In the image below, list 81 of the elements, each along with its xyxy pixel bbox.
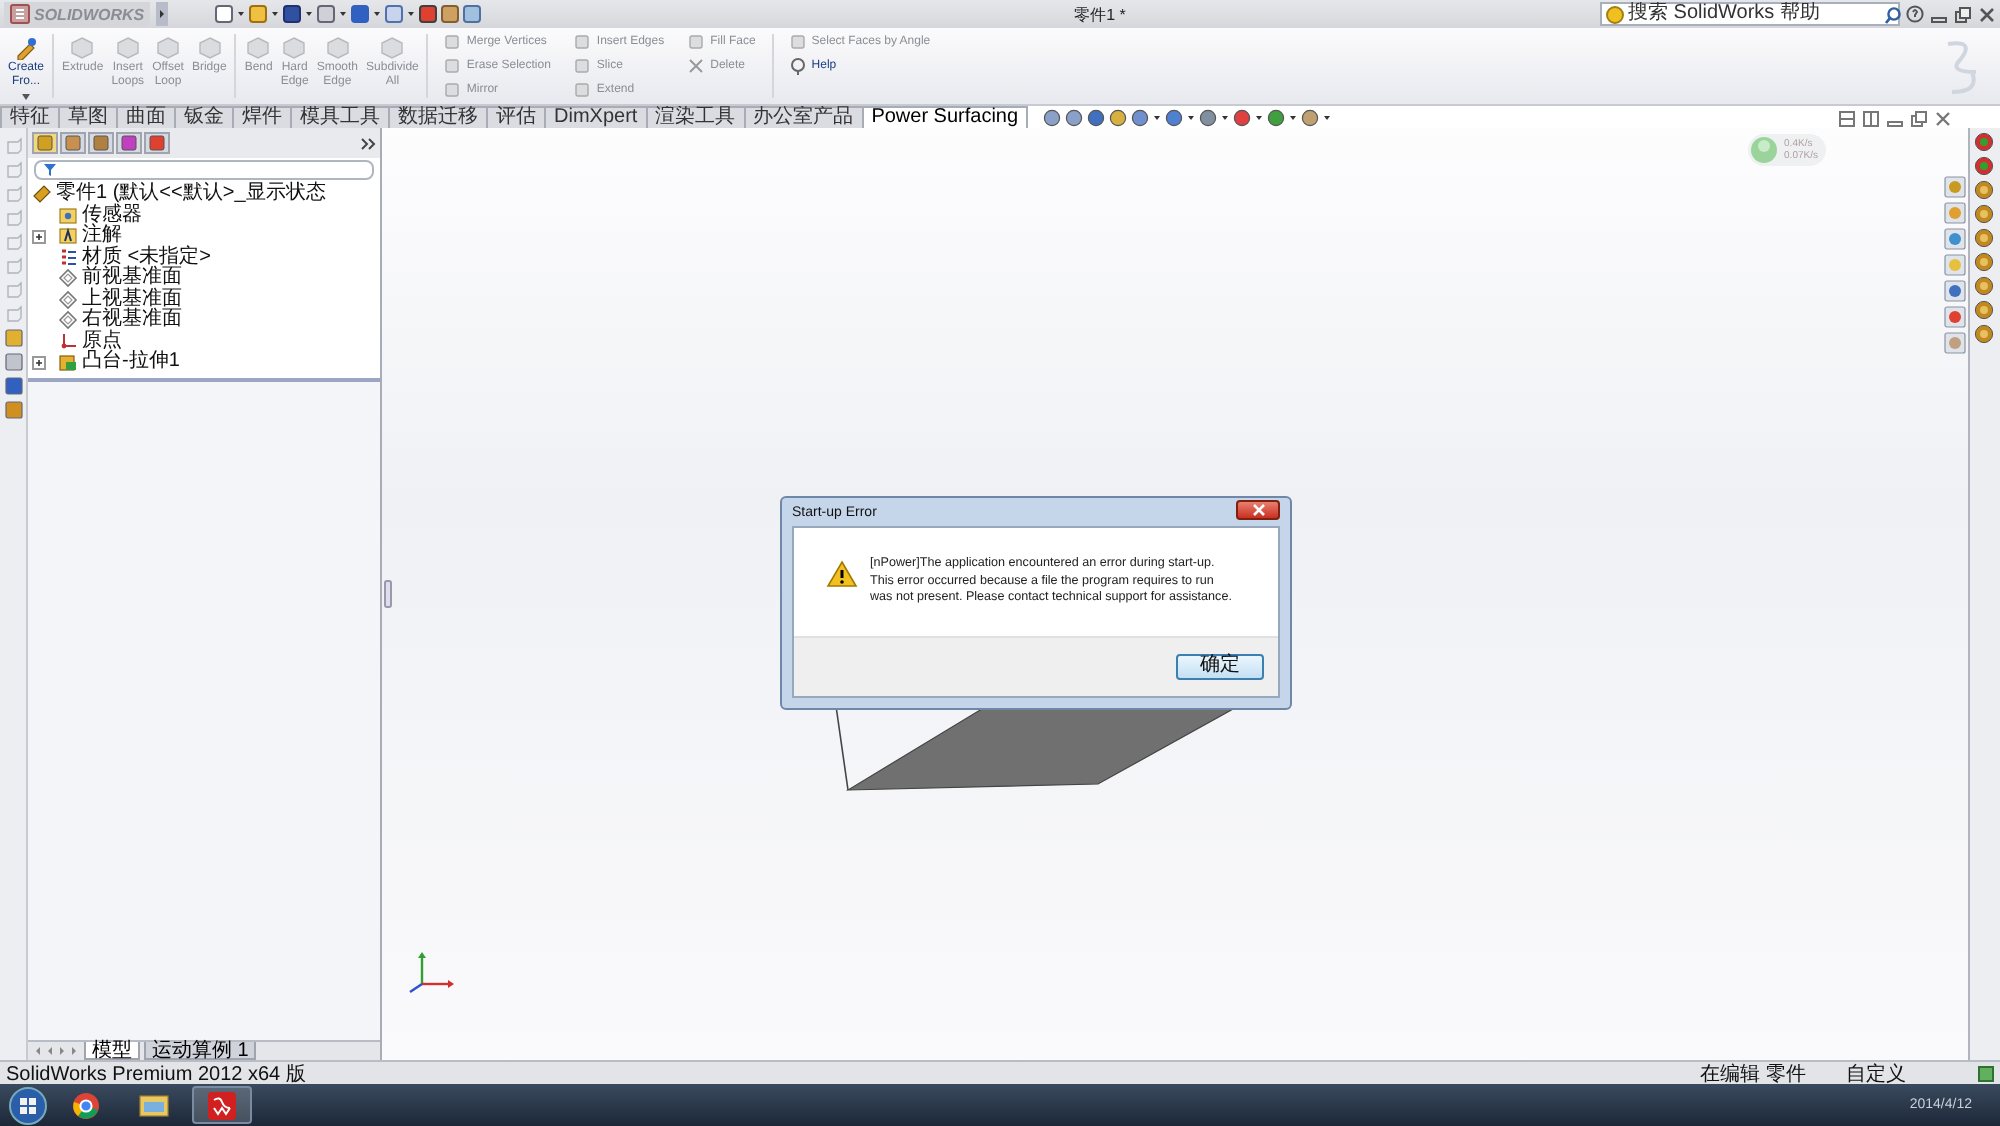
tab[interactable]: DimXpert [544, 106, 648, 128]
tab[interactable]: 运动算例 1 [144, 1042, 257, 1060]
cube-icon [156, 36, 181, 60]
status-text: 在编辑 零件 [1700, 1061, 1806, 1087]
ok-button[interactable]: 确定 [1176, 653, 1264, 679]
tab[interactable]: 草图 [58, 106, 118, 128]
panel-tab[interactable] [60, 132, 86, 154]
annotation-folder-icon [58, 226, 78, 247]
plane-icon [58, 289, 78, 310]
extrude-feature-icon [58, 352, 78, 373]
units-dropdown[interactable]: 自定义 [1846, 1059, 1906, 1087]
app-icon [206, 1089, 238, 1121]
tree-item[interactable]: 材质 <未指定> [82, 247, 211, 268]
close-icon[interactable] [1934, 110, 1952, 128]
cube-icon [70, 36, 95, 60]
cube-icon [380, 36, 405, 60]
tab[interactable]: 办公室产品 [743, 106, 864, 128]
tree-item[interactable]: 传感器 [82, 205, 142, 226]
tree-item[interactable]: 前视基准面 [82, 268, 182, 289]
help-icon[interactable] [1906, 4, 1924, 24]
material-icon [58, 247, 78, 268]
splitter-handle-icon[interactable] [384, 580, 392, 608]
close-icon[interactable] [1978, 5, 1996, 23]
tab[interactable]: 曲面 [116, 106, 176, 128]
expander-icon[interactable] [32, 355, 46, 370]
cross-icon [688, 58, 705, 74]
restore-icon[interactable] [1910, 110, 1928, 128]
axis-triad-icon [406, 948, 458, 996]
tab[interactable]: Power Surfacing [861, 106, 1029, 128]
help-icon[interactable] [1978, 1065, 1994, 1081]
browser-icon [72, 1091, 100, 1119]
start-button-icon[interactable] [8, 1085, 48, 1125]
panel-tab[interactable] [32, 132, 58, 154]
tab[interactable]: 钣金 [174, 106, 234, 128]
filter-icon [42, 162, 58, 178]
tab[interactable]: 模具工具 [290, 106, 390, 128]
tab[interactable]: 焊件 [232, 106, 292, 128]
panel-tab[interactable] [144, 132, 170, 154]
help-icon [789, 57, 806, 75]
document-title: 零件1 * [1074, 3, 1128, 25]
warning-icon [826, 560, 858, 588]
chevron-icon[interactable] [360, 135, 376, 151]
search-icon [1884, 5, 1902, 23]
tab[interactable]: 模型 [84, 1042, 140, 1060]
tile-vertical-icon[interactable] [1862, 110, 1880, 128]
tab[interactable]: 评估 [486, 106, 546, 128]
plane-icon [58, 310, 78, 331]
tile-horizontal-icon[interactable] [1838, 110, 1856, 128]
scroll-arrows-icon[interactable] [32, 1044, 80, 1058]
filter-field[interactable] [34, 160, 374, 180]
plane-icon [58, 268, 78, 289]
tree-item[interactable]: 凸台-拉伸1 [82, 352, 180, 373]
status-text: SolidWorks Premium 2012 x64 版 [6, 1061, 306, 1087]
tree-item[interactable]: 零件1 (默认<<默认>_显示状态 [56, 184, 326, 205]
part-icon [32, 184, 52, 205]
cube-icon [197, 36, 222, 60]
search-field[interactable]: 搜索 SolidWorks 帮助 [1600, 2, 1900, 26]
tree-item[interactable]: 上视基准面 [82, 289, 182, 310]
cube-icon [325, 36, 350, 60]
pencil-star-icon [14, 36, 38, 60]
tree-item[interactable]: 注解 [82, 226, 122, 247]
tab[interactable]: 特征 [0, 106, 60, 128]
dropdown-arrow-icon [20, 92, 32, 102]
logo-icon [10, 4, 30, 24]
tree-item[interactable]: 原点 [82, 331, 122, 352]
tab[interactable]: 数据迁移 [388, 106, 488, 128]
close-icon [1251, 503, 1265, 515]
origin-icon [58, 331, 78, 352]
tab[interactable]: 渲染工具 [645, 106, 746, 128]
close-button[interactable] [1236, 499, 1280, 519]
panel-tab[interactable] [116, 132, 142, 154]
sensor-folder-icon [58, 205, 78, 226]
logo-text: SOLIDWORKS [34, 5, 145, 23]
taskbar-button[interactable] [192, 1086, 252, 1124]
cube-icon [115, 36, 140, 60]
expander-icon[interactable] [32, 229, 46, 244]
panel-tab[interactable] [88, 132, 114, 154]
cube-icon [282, 36, 307, 60]
cube-icon [246, 36, 271, 60]
restore-icon[interactable] [1954, 5, 1972, 23]
tree-item[interactable]: 右视基准面 [82, 310, 182, 331]
